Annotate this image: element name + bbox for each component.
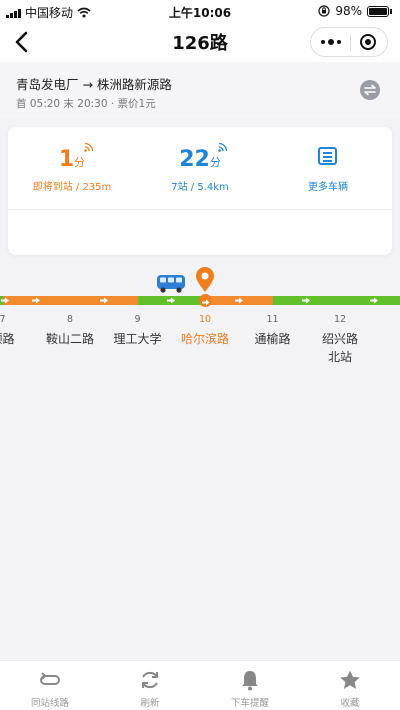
current-stop-marker xyxy=(198,294,212,307)
stop-number: 7 xyxy=(0,314,6,325)
route-info: 青岛发电厂 → 株洲路新源路 首 05:20 末 20:30 · 票价1元 xyxy=(0,62,400,118)
more-dot-icon xyxy=(327,39,334,45)
arrival-detail: 7站 / 5.4km xyxy=(171,182,229,193)
tab-same-station-lines[interactable]: 同站线路 xyxy=(0,661,100,710)
stop-number: 10 xyxy=(198,314,212,325)
stop-number: 11 xyxy=(266,314,279,325)
line-map: 7顾路8鞍山二路9理工大学10哈尔滨路11通榆路12绍兴路北站辽 xyxy=(0,262,400,372)
stop-name[interactable]: 鞍山二路 xyxy=(40,330,100,348)
more-button[interactable] xyxy=(311,28,350,56)
more-vehicles-button[interactable]: 更多车辆 xyxy=(264,127,392,207)
orientation-lock-icon xyxy=(318,5,330,17)
status-bar: 中国移动 上午10:06 98% xyxy=(0,0,400,22)
arrival-unit: 分 xyxy=(209,156,221,169)
stop-number: 8 xyxy=(66,314,74,325)
refresh-icon xyxy=(142,671,158,689)
arrival-card: 1分 即将到站 / 235m 22分 7站 / 5.4km 更多车辆 xyxy=(8,127,392,255)
switch-direction-button[interactable] xyxy=(360,80,380,100)
direction-arrow-icon xyxy=(369,297,378,304)
stop-name[interactable]: 哈尔滨路 xyxy=(175,330,235,348)
direction-arrow-icon xyxy=(1,297,9,304)
tab-label: 下车提醒 xyxy=(230,698,269,709)
list-icon xyxy=(318,147,337,165)
direction-arrow-icon xyxy=(234,297,243,304)
bus-icon xyxy=(157,275,186,293)
direction-arrow-icon xyxy=(167,297,176,304)
arrival-next[interactable]: 1分 即将到站 / 235m xyxy=(8,127,136,207)
transfer-icon xyxy=(40,672,60,685)
close-button[interactable] xyxy=(349,28,387,56)
more-dot-icon xyxy=(336,40,341,44)
route-schedule: 首 05:20 末 20:30 · 票价1元 xyxy=(16,98,156,110)
stop-name[interactable]: 理工大学 xyxy=(108,330,168,348)
tab-refresh[interactable]: 刷新 xyxy=(100,661,200,710)
direction-arrow-icon xyxy=(302,297,311,304)
location-pin-icon xyxy=(196,267,214,292)
tab-label: 同站线路 xyxy=(30,698,69,709)
tab-alight-reminder[interactable]: 下车提醒 xyxy=(200,661,300,710)
battery-icon xyxy=(367,5,389,17)
arrival-second[interactable]: 22分 7站 / 5.4km xyxy=(136,127,264,207)
tab-label: 收藏 xyxy=(340,698,360,709)
mini-program-capsule xyxy=(310,27,388,57)
arrival-unit: 分 xyxy=(74,156,86,169)
stop-name[interactable]: 顾路 xyxy=(0,330,15,348)
arrival-time: 1分 xyxy=(8,147,136,172)
stop-name[interactable]: 绍兴路北站 xyxy=(317,330,363,366)
nav-bar: 126路 xyxy=(0,22,400,62)
bell-icon xyxy=(242,671,258,691)
arrival-detail: 即将到站 / 235m xyxy=(32,182,112,193)
stop-number: 9 xyxy=(134,314,141,325)
stop-number: 12 xyxy=(333,314,347,325)
arrival-minutes: 22 xyxy=(179,147,210,172)
battery-percent: 98% xyxy=(335,4,362,18)
tab-label: 刷新 xyxy=(140,698,160,709)
star-icon xyxy=(340,670,360,689)
back-button[interactable] xyxy=(10,28,36,56)
arrival-time: 22分 xyxy=(136,147,264,172)
swap-icon xyxy=(364,84,376,96)
tab-favorite[interactable]: 收藏 xyxy=(300,661,400,710)
route-direction: 青岛发电厂 → 株洲路新源路 xyxy=(16,77,172,92)
target-icon xyxy=(360,34,376,50)
bottom-tab-bar: 同站线路 刷新 下车提醒 收藏 xyxy=(0,660,400,710)
more-dot-icon xyxy=(320,40,325,44)
arrival-minutes: 1 xyxy=(58,147,75,172)
chevron-left-icon xyxy=(15,31,28,53)
direction-arrow-icon xyxy=(32,297,41,304)
card-divider xyxy=(8,209,392,210)
more-vehicles-label: 更多车辆 xyxy=(308,182,348,193)
battery-tip xyxy=(390,8,392,14)
stop-name[interactable]: 通榆路 xyxy=(243,330,303,348)
direction-arrow-icon xyxy=(99,297,108,304)
